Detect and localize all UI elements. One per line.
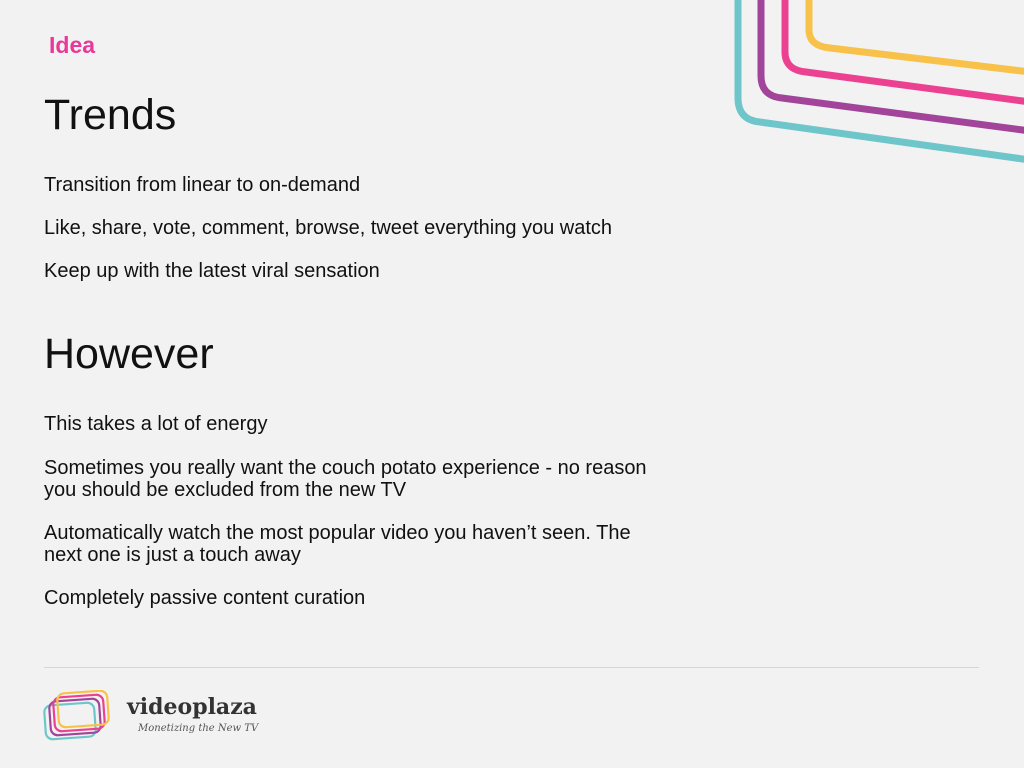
trends-point: Like, share, vote, comment, browse, twee… <box>44 217 613 239</box>
however-point: Automatically watch the most popular vid… <box>44 522 631 566</box>
trends-heading: Trends <box>44 91 177 139</box>
section-label: Idea <box>49 32 96 58</box>
stripe-purple <box>757 0 1024 134</box>
however-point-line: Automatically watch the most popular vid… <box>44 522 631 544</box>
brand-name: videoplaza <box>127 694 257 720</box>
videoplaza-logo-icon <box>43 690 110 741</box>
stripe-yellow <box>805 0 1024 75</box>
however-point-line: This takes a lot of energy <box>44 413 268 435</box>
however-heading: However <box>44 330 214 378</box>
brand-tagline: Monetizing the New TV <box>138 723 259 734</box>
trends-point: Transition from linear to on-demand <box>44 174 361 196</box>
stripe-pink <box>781 0 1024 105</box>
however-point-line: Completely passive content curation <box>44 587 366 609</box>
trends-point: Keep up with the latest viral sensation <box>44 260 380 282</box>
however-point-line: Sometimes you really want the couch pota… <box>44 457 647 479</box>
however-point: Sometimes you really want the couch pota… <box>44 457 647 501</box>
however-point-line: you should be excluded from the new TV <box>44 479 407 501</box>
however-point: Completely passive content curation <box>44 587 365 609</box>
stripe-teal <box>734 0 1024 163</box>
however-point-line: next one is just a touch away <box>44 544 301 566</box>
footer-divider <box>44 667 979 668</box>
however-point: This takes a lot of energy <box>44 413 267 435</box>
